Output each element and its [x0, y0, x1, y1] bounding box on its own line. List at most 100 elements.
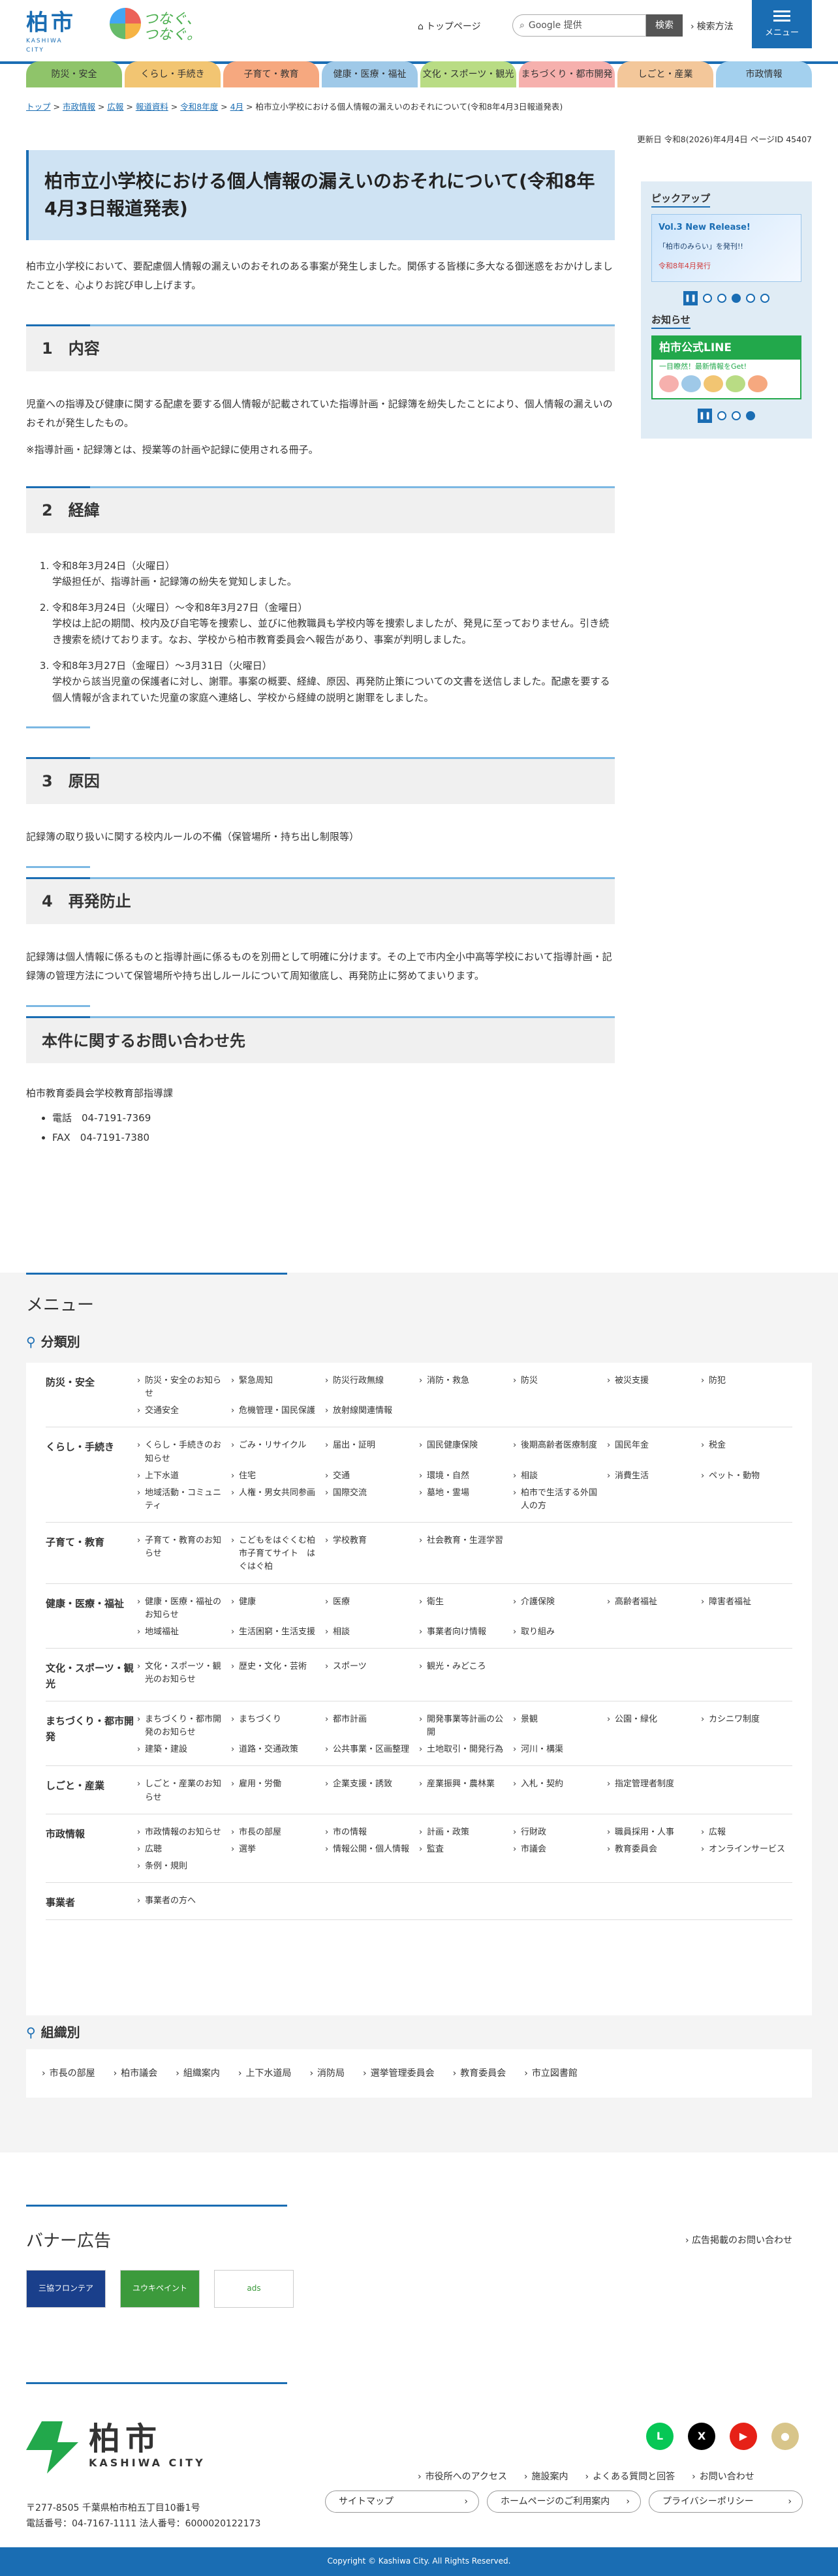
category-link[interactable]: 監査	[419, 1843, 510, 1856]
nav-item[interactable]: くらし・手続き	[125, 61, 221, 87]
nav-item[interactable]: 市政情報	[716, 61, 812, 87]
category-link[interactable]: 市長の部屋	[231, 1826, 322, 1839]
category-link[interactable]: 健康	[231, 1596, 322, 1622]
category-link[interactable]: 健康・医療・福祉のお知らせ	[137, 1596, 228, 1622]
category-name[interactable]: 子育て・教育	[46, 1534, 137, 1574]
category-link[interactable]: 消防・救急	[419, 1374, 510, 1401]
category-link[interactable]: くらし・手続きのお知らせ	[137, 1439, 228, 1465]
category-link[interactable]: 取り組み	[513, 1626, 604, 1639]
search-input[interactable]: ⌕ Google 提供	[512, 14, 646, 37]
category-link[interactable]: 防災・安全のお知らせ	[137, 1374, 228, 1401]
category-link[interactable]: 観光・みどころ	[419, 1660, 510, 1692]
carousel-dot[interactable]	[746, 294, 755, 303]
category-link[interactable]: 条例・規則	[137, 1860, 228, 1873]
category-link[interactable]: 防災	[513, 1374, 604, 1401]
category-name[interactable]: 事業者	[46, 1895, 137, 1910]
category-link[interactable]: 市政情報のお知らせ	[137, 1826, 228, 1839]
breadcrumb-link[interactable]: 4月	[230, 102, 243, 112]
category-link[interactable]: 被災支援	[607, 1374, 698, 1401]
footer-button[interactable]: サイトマップ	[325, 2491, 479, 2513]
footer-link[interactable]: よくある質問と回答	[585, 2470, 675, 2484]
category-link[interactable]: ごみ・リサイクル	[231, 1439, 322, 1465]
ad-banner[interactable]: ユウキペイント	[120, 2270, 200, 2308]
footer-link[interactable]: 市役所へのアクセス	[418, 2470, 507, 2484]
category-link[interactable]: 市の情報	[325, 1826, 416, 1839]
category-link[interactable]: 事業者の方へ	[137, 1895, 228, 1910]
category-link[interactable]: 緊急周知	[231, 1374, 322, 1401]
category-link[interactable]: 道路・交通政策	[231, 1743, 322, 1756]
category-link[interactable]: まちづくり・都市開発のお知らせ	[137, 1713, 228, 1739]
breadcrumb-link[interactable]: 市政情報	[63, 102, 95, 112]
category-link[interactable]: 環境・自然	[419, 1470, 510, 1483]
category-link[interactable]: 交通安全	[137, 1404, 228, 1418]
category-link[interactable]: 公園・緑化	[607, 1713, 698, 1739]
category-link[interactable]: 介護保険	[513, 1596, 604, 1622]
category-name[interactable]: 防災・安全	[46, 1374, 137, 1418]
category-link[interactable]: 届出・証明	[325, 1439, 416, 1465]
org-link[interactable]: 消防局	[309, 2066, 345, 2081]
category-link[interactable]: まちづくり	[231, 1713, 322, 1739]
category-link[interactable]: 交通	[325, 1470, 416, 1483]
ad-banner[interactable]: 三協フロンテア	[26, 2270, 106, 2308]
category-link[interactable]: 企業支援・誘致	[325, 1778, 416, 1804]
breadcrumb-link[interactable]: トップ	[26, 102, 51, 112]
category-link[interactable]: 景観	[513, 1713, 604, 1739]
category-link[interactable]: 消費生活	[607, 1470, 698, 1483]
category-link[interactable]: 国民健康保険	[419, 1439, 510, 1465]
category-link[interactable]: 都市計画	[325, 1713, 416, 1739]
line-icon[interactable]: L	[646, 2423, 674, 2450]
category-link[interactable]: スポーツ	[325, 1660, 416, 1692]
category-link[interactable]: 情報公開・個人情報	[325, 1843, 416, 1856]
category-link[interactable]: 河川・構渠	[513, 1743, 604, 1756]
category-link[interactable]: 障害者福祉	[701, 1596, 792, 1622]
category-link[interactable]: 放射線関連情報	[325, 1404, 416, 1418]
carousel-dot[interactable]	[703, 294, 712, 303]
top-page-link[interactable]: ⌂ トップページ	[418, 20, 481, 34]
category-link[interactable]: 産業振興・農林業	[419, 1778, 510, 1804]
category-link[interactable]: 柏市で生活する外国人の方	[513, 1487, 604, 1513]
category-link[interactable]: 税金	[701, 1439, 792, 1465]
carousel-dot[interactable]	[760, 294, 769, 303]
category-link[interactable]: 開発事業等計画の公開	[419, 1713, 510, 1739]
ad-banner[interactable]: ads	[214, 2270, 294, 2308]
category-name[interactable]: しごと・産業	[46, 1778, 137, 1804]
category-link[interactable]: 公共事業・区画整理	[325, 1743, 416, 1756]
category-link[interactable]: オンラインサービス	[701, 1843, 792, 1856]
nav-item[interactable]: 文化・スポーツ・観光	[420, 61, 516, 87]
category-link[interactable]: 相談	[325, 1626, 416, 1639]
carousel-dot-active[interactable]	[746, 411, 755, 420]
pause-icon[interactable]: ❚❚	[683, 291, 698, 305]
org-link[interactable]: 教育委員会	[453, 2066, 506, 2081]
category-link[interactable]: 建築・建設	[137, 1743, 228, 1756]
category-link[interactable]: 歴史・文化・芸術	[231, 1660, 322, 1692]
category-link[interactable]: 広聴	[137, 1843, 228, 1856]
category-link[interactable]: 教育委員会	[607, 1843, 698, 1856]
category-link[interactable]: 地域福祉	[137, 1626, 228, 1639]
mascot-icon[interactable]: ●	[771, 2423, 799, 2450]
line-banner[interactable]: 柏市公式LINE 一目瞭然！最新情報をGet!	[651, 335, 801, 399]
youtube-icon[interactable]: ▶	[730, 2423, 757, 2450]
nav-item[interactable]: 健康・医療・福祉	[322, 61, 418, 87]
category-link[interactable]: しごと・産業のお知らせ	[137, 1778, 228, 1804]
category-link[interactable]: 医療	[325, 1596, 416, 1622]
category-link[interactable]: 学校教育	[325, 1534, 416, 1574]
category-link[interactable]: 衛生	[419, 1596, 510, 1622]
breadcrumb-link[interactable]: 報道資料	[136, 102, 168, 112]
search-button[interactable]: 検索	[646, 14, 683, 37]
category-link[interactable]: カシニワ制度	[701, 1713, 792, 1739]
category-link[interactable]: 国際交流	[325, 1487, 416, 1513]
org-link[interactable]: 市立図書館	[524, 2066, 578, 2081]
breadcrumb-link[interactable]: 令和8年度	[180, 102, 218, 112]
org-link[interactable]: 上下水道局	[238, 2066, 291, 2081]
org-link[interactable]: 柏市議会	[114, 2066, 157, 2081]
category-link[interactable]: 入札・契約	[513, 1778, 604, 1804]
org-link[interactable]: 組織案内	[176, 2066, 220, 2081]
carousel-dot-active[interactable]	[732, 294, 741, 303]
category-link[interactable]: 高齢者福祉	[607, 1596, 698, 1622]
menu-button[interactable]: メニュー	[752, 0, 812, 48]
search-method-link[interactable]: › 検索方法	[691, 20, 734, 34]
category-link[interactable]: 地域活動・コミュニティ	[137, 1487, 228, 1513]
category-link[interactable]: 上下水道	[137, 1470, 228, 1483]
category-name[interactable]: 文化・スポーツ・観光	[46, 1660, 137, 1692]
category-link[interactable]: 市議会	[513, 1843, 604, 1856]
